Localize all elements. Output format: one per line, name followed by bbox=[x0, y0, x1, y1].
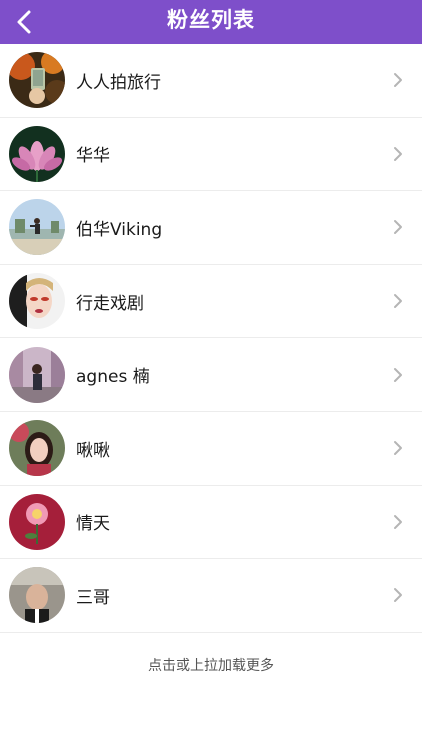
fan-name: 伯华Viking bbox=[76, 219, 163, 240]
fan-row[interactable]: 行走戏剧 bbox=[0, 265, 422, 339]
page-title: 粉丝列表 bbox=[167, 8, 255, 32]
chevron-right-icon bbox=[392, 70, 404, 90]
fan-row[interactable]: agnes 楠 bbox=[0, 338, 422, 412]
fan-row[interactable]: 伯华Viking bbox=[0, 191, 422, 265]
chevron-right-icon bbox=[392, 144, 404, 164]
fan-name: 啾啾 bbox=[76, 440, 110, 461]
avatar[interactable] bbox=[9, 420, 65, 477]
fan-name: 华华 bbox=[76, 146, 110, 167]
avatar[interactable] bbox=[9, 125, 65, 182]
avatar[interactable] bbox=[9, 273, 65, 330]
chevron-right-icon bbox=[392, 217, 404, 237]
avatar[interactable] bbox=[9, 493, 65, 550]
fan-row[interactable]: 啾啾 bbox=[0, 412, 422, 486]
chevron-right-icon bbox=[392, 291, 404, 311]
fan-name: agnes 楠 bbox=[76, 367, 150, 388]
avatar[interactable] bbox=[9, 346, 65, 403]
fan-name: 人人拍旅行 bbox=[76, 72, 161, 93]
avatar[interactable] bbox=[9, 199, 65, 256]
chevron-right-icon bbox=[392, 365, 404, 385]
load-more-button[interactable]: 点击或上拉加载更多 bbox=[0, 655, 422, 675]
fan-row[interactable]: 人人拍旅行 bbox=[0, 44, 422, 118]
fan-name: 三哥 bbox=[76, 587, 110, 608]
nav-bar: 粉丝列表 bbox=[0, 0, 422, 44]
app-screen: 粉丝列表 人人拍旅行 华华 伯华Viking 行走戏剧 agnes 楠 啾啾 情… bbox=[0, 0, 422, 750]
avatar[interactable] bbox=[9, 52, 65, 109]
chevron-right-icon bbox=[392, 585, 404, 605]
fan-list: 人人拍旅行 华华 伯华Viking 行走戏剧 agnes 楠 啾啾 情天 三哥 bbox=[0, 44, 422, 633]
chevron-right-icon bbox=[392, 512, 404, 532]
fan-row[interactable]: 华华 bbox=[0, 118, 422, 192]
fan-name: 行走戏剧 bbox=[76, 293, 144, 314]
avatar[interactable] bbox=[9, 567, 65, 624]
chevron-right-icon bbox=[392, 438, 404, 458]
fan-row[interactable]: 情天 bbox=[0, 486, 422, 560]
fan-row[interactable]: 三哥 bbox=[0, 559, 422, 633]
fan-name: 情天 bbox=[76, 514, 110, 535]
